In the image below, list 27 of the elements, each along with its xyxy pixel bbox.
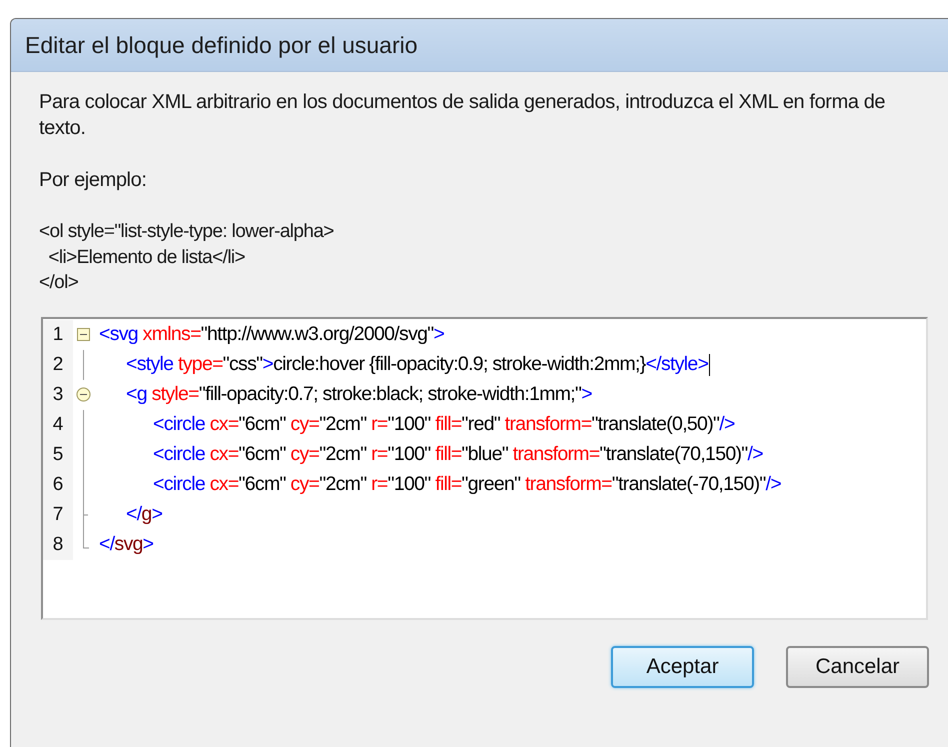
- line-number: 6: [43, 470, 73, 500]
- collapse-circle-icon[interactable]: [76, 387, 90, 401]
- code-line: <circle cx="6cm" cy="2cm" r="100" fill="blue" transform="translate(70,150)"/>: [152, 443, 763, 466]
- code-line: <circle cx="6cm" cy="2cm" r="100" fill="green" transform="translate(-70,150)"/>: [152, 473, 782, 496]
- line-number: 5: [43, 440, 73, 470]
- example-code-line: <li>Elemento de lista</li>: [47, 246, 246, 270]
- window-title: Editar el bloque definido por el usuario: [11, 19, 948, 72]
- line-number: 2: [43, 350, 73, 380]
- example-code-line: <ol style="list-style-type: lower-alpha>: [39, 220, 335, 244]
- accept-button[interactable]: Aceptar: [611, 646, 754, 688]
- example-code-line: </ol>: [39, 271, 80, 295]
- code-line: </svg>: [99, 533, 154, 556]
- description-text: Por ejemplo:: [39, 168, 148, 193]
- line-number: 4: [43, 410, 73, 440]
- line-number: 3: [43, 380, 73, 410]
- xml-editor[interactable]: [41, 316, 928, 620]
- collapse-box-icon[interactable]: [77, 328, 90, 340]
- code-line: <circle cx="6cm" cy="2cm" r="100" fill="red" transform="translate(0,50)"/>: [152, 413, 735, 436]
- code-line: <g style="fill-opacity:0.7; stroke:black; stroke-width:1mm;">: [125, 383, 592, 406]
- cancel-button[interactable]: Cancelar: [786, 646, 929, 688]
- description-text: Para colocar XML arbitrario en los documentos de salida generados, introduzca el XML en forma de texto.: [39, 90, 886, 141]
- code-line: <style type="css">circle:hover {fill-opacity:0.9; stroke-width:2mm;}</style>: [125, 353, 710, 376]
- line-number: 1: [43, 320, 73, 350]
- code-line: <svg xmlns="http://www.w3.org/2000/svg">: [99, 323, 444, 346]
- line-number: 7: [43, 500, 73, 530]
- code-line: </g>: [125, 503, 162, 526]
- line-number: 8: [43, 530, 73, 560]
